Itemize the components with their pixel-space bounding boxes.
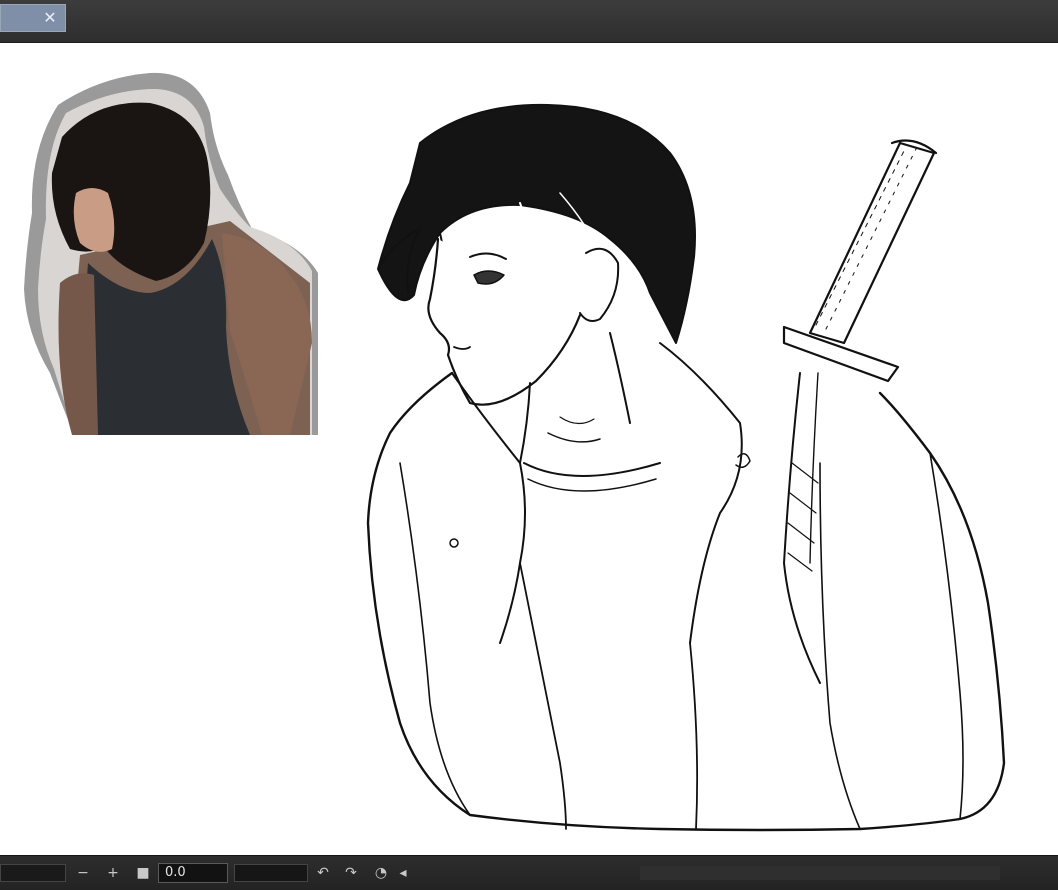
- zoom-slider[interactable]: [0, 864, 66, 882]
- reset-rotation-icon[interactable]: ◔: [372, 864, 390, 882]
- zoom-in-button[interactable]: +: [104, 864, 122, 882]
- canvas-artwork: [24, 72, 1006, 832]
- rotation-angle-field[interactable]: 0.0: [158, 863, 228, 883]
- character-sketch[interactable]: [366, 103, 1006, 832]
- flip-icon[interactable]: ◂: [396, 864, 410, 882]
- drawing-canvas[interactable]: [0, 43, 1058, 855]
- rotate-right-icon[interactable]: ↷: [342, 864, 360, 882]
- canvas-status-bar: − + ■ 0.0 ↶ ↷ ◔ ◂: [0, 855, 1058, 890]
- rotation-slider[interactable]: [234, 864, 308, 882]
- rotate-left-icon[interactable]: ↶: [314, 864, 332, 882]
- document-tab-bar: ✕: [0, 0, 1058, 43]
- square-icon[interactable]: ■: [134, 864, 152, 882]
- zoom-out-button[interactable]: −: [74, 864, 92, 882]
- close-icon[interactable]: ✕: [39, 8, 61, 28]
- document-tab[interactable]: ✕: [0, 4, 66, 32]
- reference-photo[interactable]: [24, 72, 318, 435]
- horizontal-scrollbar[interactable]: [640, 866, 1000, 880]
